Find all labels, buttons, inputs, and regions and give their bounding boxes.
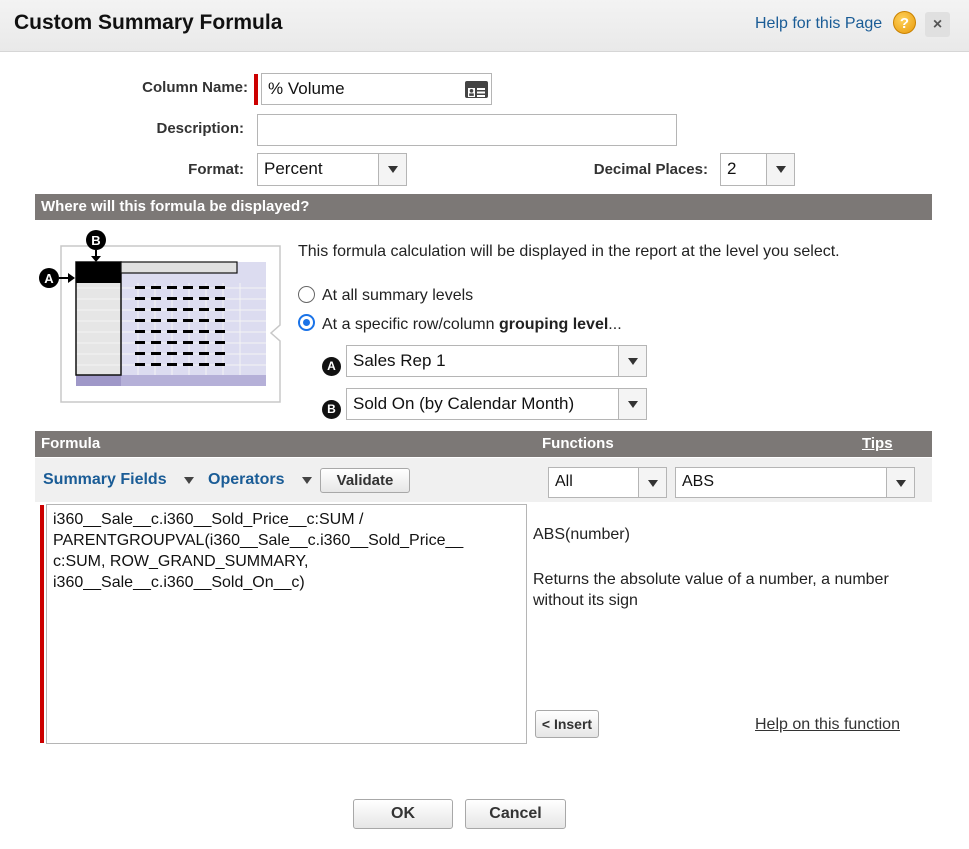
required-indicator (254, 74, 258, 105)
radio-specific-prefix: At a specific row/column (322, 316, 499, 333)
function-value: ABS (682, 473, 715, 490)
radio-specific-bold: grouping level (498, 316, 609, 333)
tips-link[interactable]: Tips (862, 431, 893, 457)
help-page-link[interactable]: Help for this Page (755, 15, 882, 33)
radio-specific-label[interactable]: At a specific row/column grouping level.… (322, 316, 622, 334)
chevron-down-icon[interactable] (886, 468, 914, 497)
summary-fields-menu[interactable]: Summary Fields (43, 471, 167, 489)
function-select[interactable]: ABS (675, 467, 915, 498)
help-on-function-link[interactable]: Help on this function (755, 716, 900, 734)
functions-header-label: Functions (542, 435, 614, 452)
radio-specific-grouping-level[interactable] (298, 314, 315, 331)
grouping-b-select[interactable]: Sold On (by Calendar Month) (346, 388, 647, 420)
column-name-input[interactable]: % Volume (261, 73, 492, 105)
chevron-down-icon[interactable] (618, 389, 646, 419)
required-indicator (40, 505, 44, 743)
dialog-title: Custom Summary Formula (14, 11, 283, 34)
radio-all-summary-levels[interactable] (298, 286, 315, 303)
formula-editor[interactable]: i360__Sale__c.i360__Sold_Price__c:SUM / … (46, 504, 527, 744)
close-icon[interactable]: × (925, 12, 950, 37)
function-signature: ABS(number) (533, 526, 630, 543)
chevron-down-icon[interactable] (302, 477, 312, 484)
display-section-header: Where will this formula be displayed? (35, 194, 932, 220)
radio-all-label[interactable]: At all summary levels (322, 287, 473, 305)
svg-text:A: A (44, 271, 54, 286)
decimal-places-label: Decimal Places: (593, 161, 708, 178)
column-name-value: % Volume (268, 79, 345, 98)
decimal-places-select[interactable]: 2 (720, 153, 795, 186)
format-value: Percent (264, 159, 323, 178)
function-category-value: All (555, 473, 573, 490)
grouping-b-value: Sold On (by Calendar Month) (353, 394, 575, 413)
chevron-down-icon[interactable] (638, 468, 666, 497)
svg-text:B: B (91, 233, 100, 248)
insert-button[interactable]: < Insert (535, 710, 599, 738)
description-input[interactable] (257, 114, 677, 146)
validate-button[interactable]: Validate (320, 468, 410, 493)
formula-header-label: Formula (41, 435, 101, 452)
radio-specific-suffix: ... (608, 316, 622, 333)
contact-card-icon[interactable] (465, 81, 488, 98)
description-label: Description: (156, 120, 244, 137)
operators-menu[interactable]: Operators (208, 471, 284, 489)
function-description: Returns the absolute value of a number, … (533, 571, 889, 609)
help-icon[interactable]: ? (893, 11, 916, 34)
ok-button[interactable]: OK (353, 799, 453, 829)
function-category-select[interactable]: All (548, 467, 667, 498)
grouping-illustration: B A (38, 228, 283, 404)
cancel-button[interactable]: Cancel (465, 799, 566, 829)
format-label: Format: (188, 161, 244, 178)
grouping-a-select[interactable]: Sales Rep 1 (346, 345, 647, 377)
column-name-label: Column Name: (142, 79, 248, 96)
marker-a-badge: A (322, 357, 341, 376)
chevron-down-icon[interactable] (766, 154, 794, 185)
marker-b-badge: B (322, 400, 341, 419)
formula-section-header: Formula (35, 431, 932, 457)
format-select[interactable]: Percent (257, 153, 407, 186)
display-intro-text: This formula calculation will be display… (298, 243, 840, 260)
chevron-down-icon[interactable] (618, 346, 646, 376)
grouping-a-value: Sales Rep 1 (353, 351, 446, 370)
chevron-down-icon[interactable] (184, 477, 194, 484)
chevron-down-icon[interactable] (378, 154, 406, 185)
decimal-places-value: 2 (727, 159, 737, 178)
